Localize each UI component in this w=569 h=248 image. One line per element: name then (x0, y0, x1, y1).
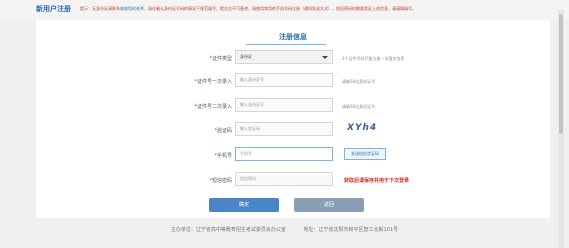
id-type-hint: 1个证件号码只能注册一次报名信息 (342, 56, 405, 61)
registration-panel: 注册信息 *证件类型 身份证 1个证件号码只能注册一次报名信息 *证件号一次录入… (36, 20, 550, 218)
id-type-select[interactable]: 身份证 (235, 50, 333, 64)
notice-text: 提示：无身份证请联系联络您的老师，请在确认身份证号码的情况下规范填写，提交后不可… (80, 6, 416, 12)
phone-label: *手机号 (214, 153, 232, 159)
id-first-hint: 请输18位身份证号 (342, 79, 376, 84)
form-title: 注册信息 (279, 33, 307, 41)
id-second-input[interactable]: 输入身份证号 (235, 98, 333, 112)
scrollbar[interactable] (558, 10, 564, 248)
sms-password-label: *短信密码 (209, 178, 232, 184)
top-bar: 新用户注册 提示：无身份证请联系联络您的老师，请在确认身份证号码的情况下规范填写… (0, 0, 569, 20)
send-sms-button[interactable]: 发送短信验证码 (344, 148, 386, 160)
notice-suffix: ，请在确认身份证号码的情况下规范填写，提交后不可更改，请使用常用的手机号码注册（… (144, 6, 416, 11)
contact-link[interactable]: 联络您的老师 (120, 6, 144, 11)
save-password-warning: 获取后请保存并用于下次登录 (344, 178, 410, 184)
confirm-button[interactable]: 确定 (209, 198, 279, 212)
captcha-input[interactable]: 输入验证码 (235, 122, 333, 136)
id-type-label: *证件类型 (209, 56, 232, 62)
back-button[interactable]: 返回 (294, 198, 364, 212)
sms-password-input[interactable]: 短信密码 (235, 172, 333, 186)
title-underline (246, 44, 326, 45)
phone-input[interactable]: 手机号 (235, 147, 333, 161)
address-text: 地址：辽宁省沈阳市和平区智工北街101号 (303, 227, 399, 233)
id-second-label: *证件号二次录入 (194, 104, 232, 110)
page-title: 新用户注册 (36, 5, 71, 13)
footer: 主办单位：辽宁省高中等教育招生考试委员会办公室 地址：辽宁省沈阳市和平区智工北街… (0, 226, 569, 233)
organizer-text: 主办单位：辽宁省高中等教育招生考试委员会办公室 (170, 227, 286, 233)
chevron-down-icon (322, 56, 328, 59)
scrollbar-thumb[interactable] (559, 14, 563, 134)
captcha-image[interactable]: XYh4 (347, 123, 377, 133)
id-first-label: *证件号一次录入 (194, 79, 232, 85)
captcha-label: *验证码 (214, 128, 232, 134)
id-second-hint: 请输18位身份证号 (342, 104, 376, 109)
notice-prefix: 提示：无身份证请联系 (80, 6, 120, 11)
id-type-value: 身份证 (240, 54, 252, 59)
id-first-input[interactable]: 输入身份证号 (235, 73, 333, 87)
